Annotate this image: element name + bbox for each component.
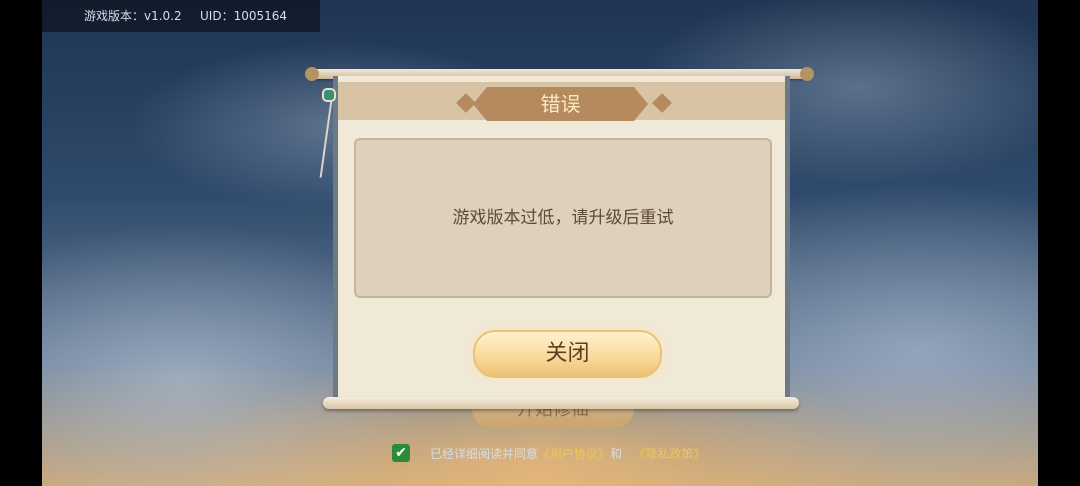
left-letterbox — [0, 0, 42, 486]
agreement-prefix: 已经详细阅读并同意 — [430, 447, 539, 461]
jade-tassel-icon — [322, 88, 336, 102]
scroll-rod-cap-right — [800, 67, 814, 81]
uid-label: UID：1005164 — [200, 9, 288, 23]
agreement-and: 和 — [610, 447, 623, 461]
right-letterbox — [1038, 0, 1080, 486]
title-ornament-left — [456, 93, 476, 113]
error-dialog: 错误 游戏版本过低，请升级后重试 关闭 — [333, 76, 790, 401]
agreement-text: 已经详细阅读并同意《用户协议》和 《隐私政策》 — [430, 445, 706, 462]
dialog-title: 错误 — [473, 87, 648, 121]
user-agreement-link[interactable]: 《用户协议》 — [538, 447, 610, 461]
close-button[interactable]: 关闭 — [473, 330, 662, 378]
version-label: 游戏版本：v1.0.2 — [84, 9, 182, 23]
scroll-rod-cap-left — [305, 67, 319, 81]
title-ornament-right — [652, 93, 672, 113]
privacy-policy-link[interactable]: 《隐私政策》 — [634, 447, 706, 461]
agreement-checkbox[interactable]: ✔ — [392, 444, 410, 462]
error-message: 游戏版本过低，请升级后重试 — [354, 138, 772, 298]
scroll-bottom-rod — [323, 397, 799, 409]
dialog-header: 错误 — [338, 82, 785, 121]
version-info-bar: 游戏版本：v1.0.2 UID：1005164 — [42, 0, 320, 32]
